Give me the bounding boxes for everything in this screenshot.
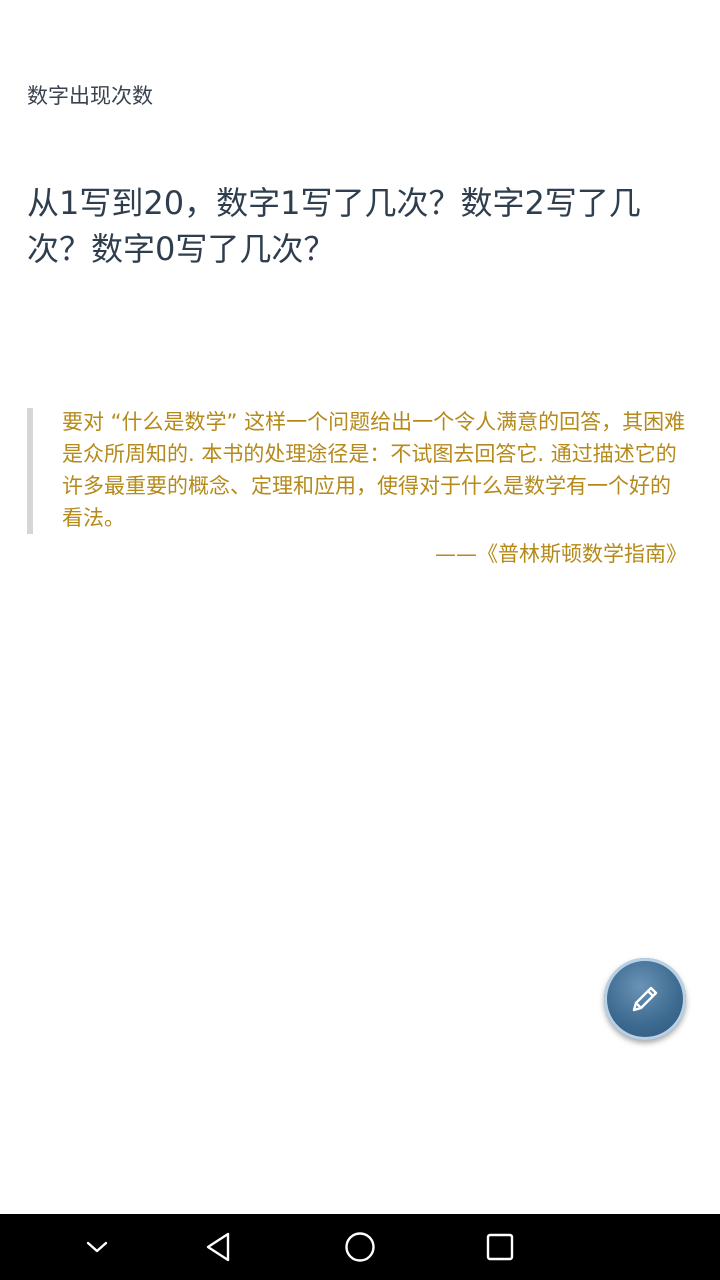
nav-recents-button[interactable]	[460, 1214, 540, 1280]
back-icon	[206, 1232, 230, 1262]
quote-source: ——《普林斯顿数学指南》	[435, 542, 687, 566]
quote-bar	[27, 408, 33, 534]
chevron-down-icon	[86, 1241, 108, 1253]
quote-block: 要对 “什么是数学” 这样一个问题给出一个令人满意的回答，其困难是众所周知的. …	[27, 406, 687, 534]
system-nav-bar	[0, 1214, 720, 1280]
question-text: 从1写到20，数字1写了几次？数字2写了几次？数字0写了几次？	[27, 184, 641, 268]
screen: 数字出现次数 从1写到20，数字1写了几次？数字2写了几次？数字0写了几次？ 要…	[0, 0, 720, 1280]
edit-button[interactable]	[604, 958, 686, 1040]
home-icon	[345, 1232, 375, 1262]
recents-icon	[486, 1233, 514, 1261]
pencil-icon	[632, 986, 658, 1012]
page-label: 数字出现次数	[27, 84, 153, 108]
nav-back-button[interactable]	[180, 1214, 260, 1280]
nav-home-button[interactable]	[320, 1214, 400, 1280]
nav-collapse-button[interactable]	[57, 1214, 137, 1280]
quote-text: 要对 “什么是数学” 这样一个问题给出一个令人满意的回答，其困难是众所周知的. …	[62, 410, 686, 530]
